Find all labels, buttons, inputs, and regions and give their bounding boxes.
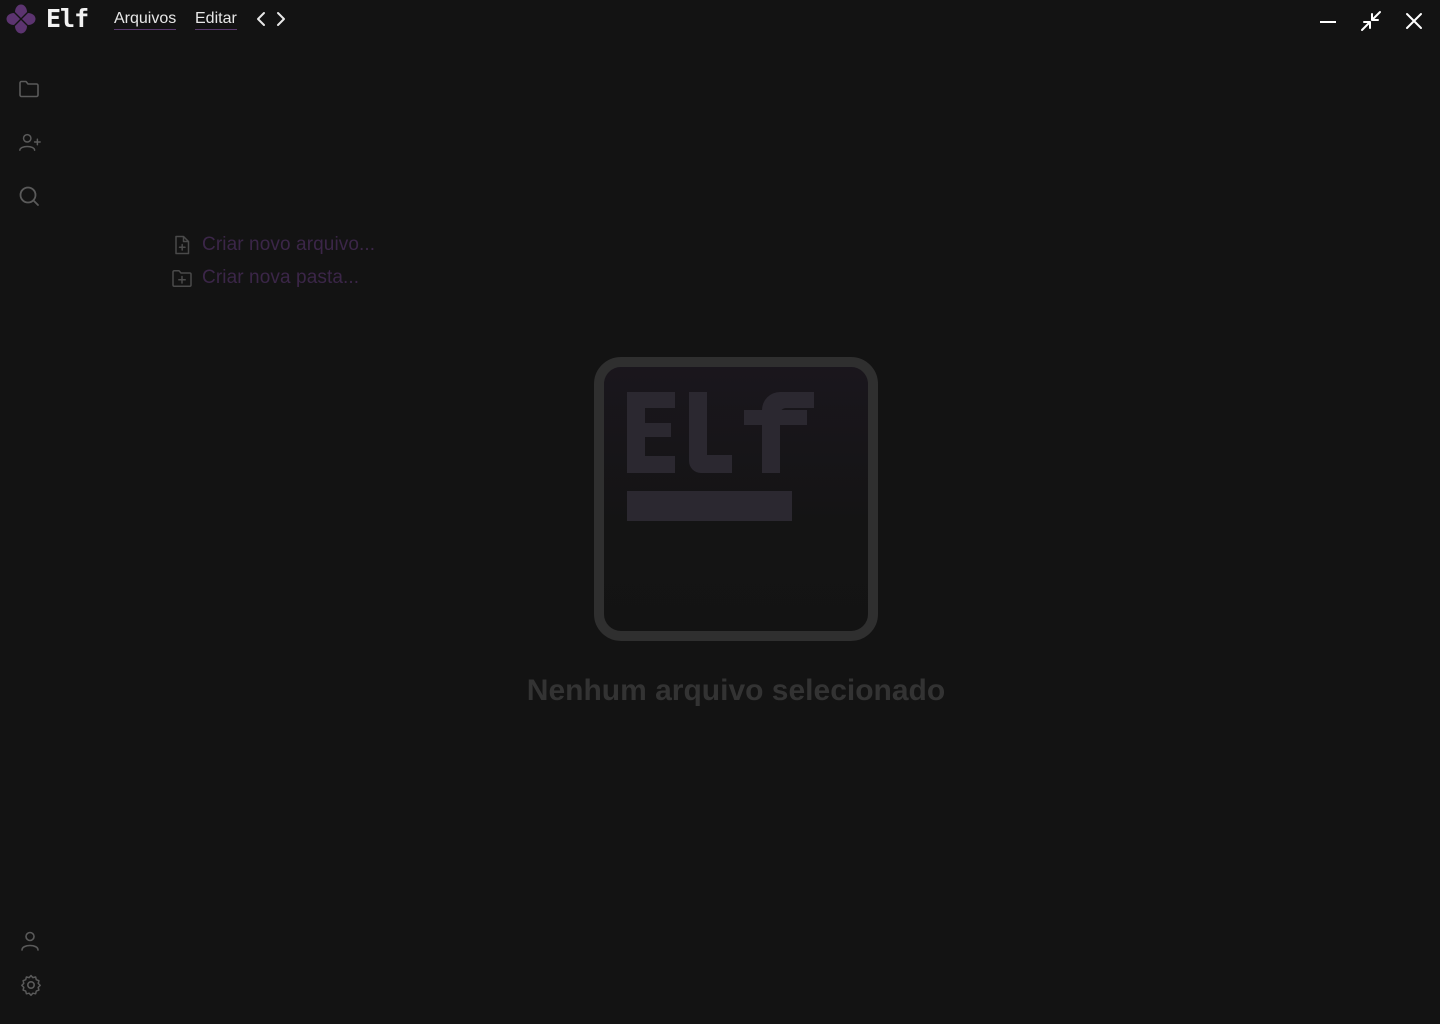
app-logo-icon bbox=[6, 4, 36, 34]
create-folder-button[interactable]: Criar nova pasta... bbox=[171, 266, 359, 290]
title-bar: Elf Arquivos Editar bbox=[0, 0, 1440, 42]
create-file-label: Criar novo arquivo... bbox=[202, 234, 376, 255]
folder-icon[interactable] bbox=[17, 77, 41, 101]
user-icon[interactable] bbox=[18, 929, 42, 953]
create-file-button[interactable]: Criar novo arquivo... bbox=[171, 233, 375, 257]
app-name: Elf bbox=[46, 4, 89, 33]
elf-empty-state-logo bbox=[594, 357, 878, 641]
gear-icon[interactable] bbox=[19, 973, 43, 997]
file-plus-icon bbox=[175, 235, 190, 255]
search-icon[interactable] bbox=[17, 184, 41, 208]
folder-plus-icon bbox=[172, 269, 192, 288]
empty-state-message: Nenhum arquivo selecionado bbox=[526, 674, 946, 707]
close-icon[interactable] bbox=[1402, 9, 1426, 33]
collapse-arrows-icon[interactable] bbox=[1359, 9, 1383, 33]
chevron-left-icon[interactable] bbox=[254, 10, 268, 28]
create-folder-label: Criar nova pasta... bbox=[202, 267, 360, 288]
user-plus-icon[interactable] bbox=[18, 130, 42, 154]
minimize-icon[interactable] bbox=[1316, 9, 1340, 33]
chevron-right-icon[interactable] bbox=[274, 10, 288, 28]
menu-arquivos[interactable]: Arquivos bbox=[114, 10, 177, 30]
menu-editar[interactable]: Editar bbox=[195, 10, 237, 30]
